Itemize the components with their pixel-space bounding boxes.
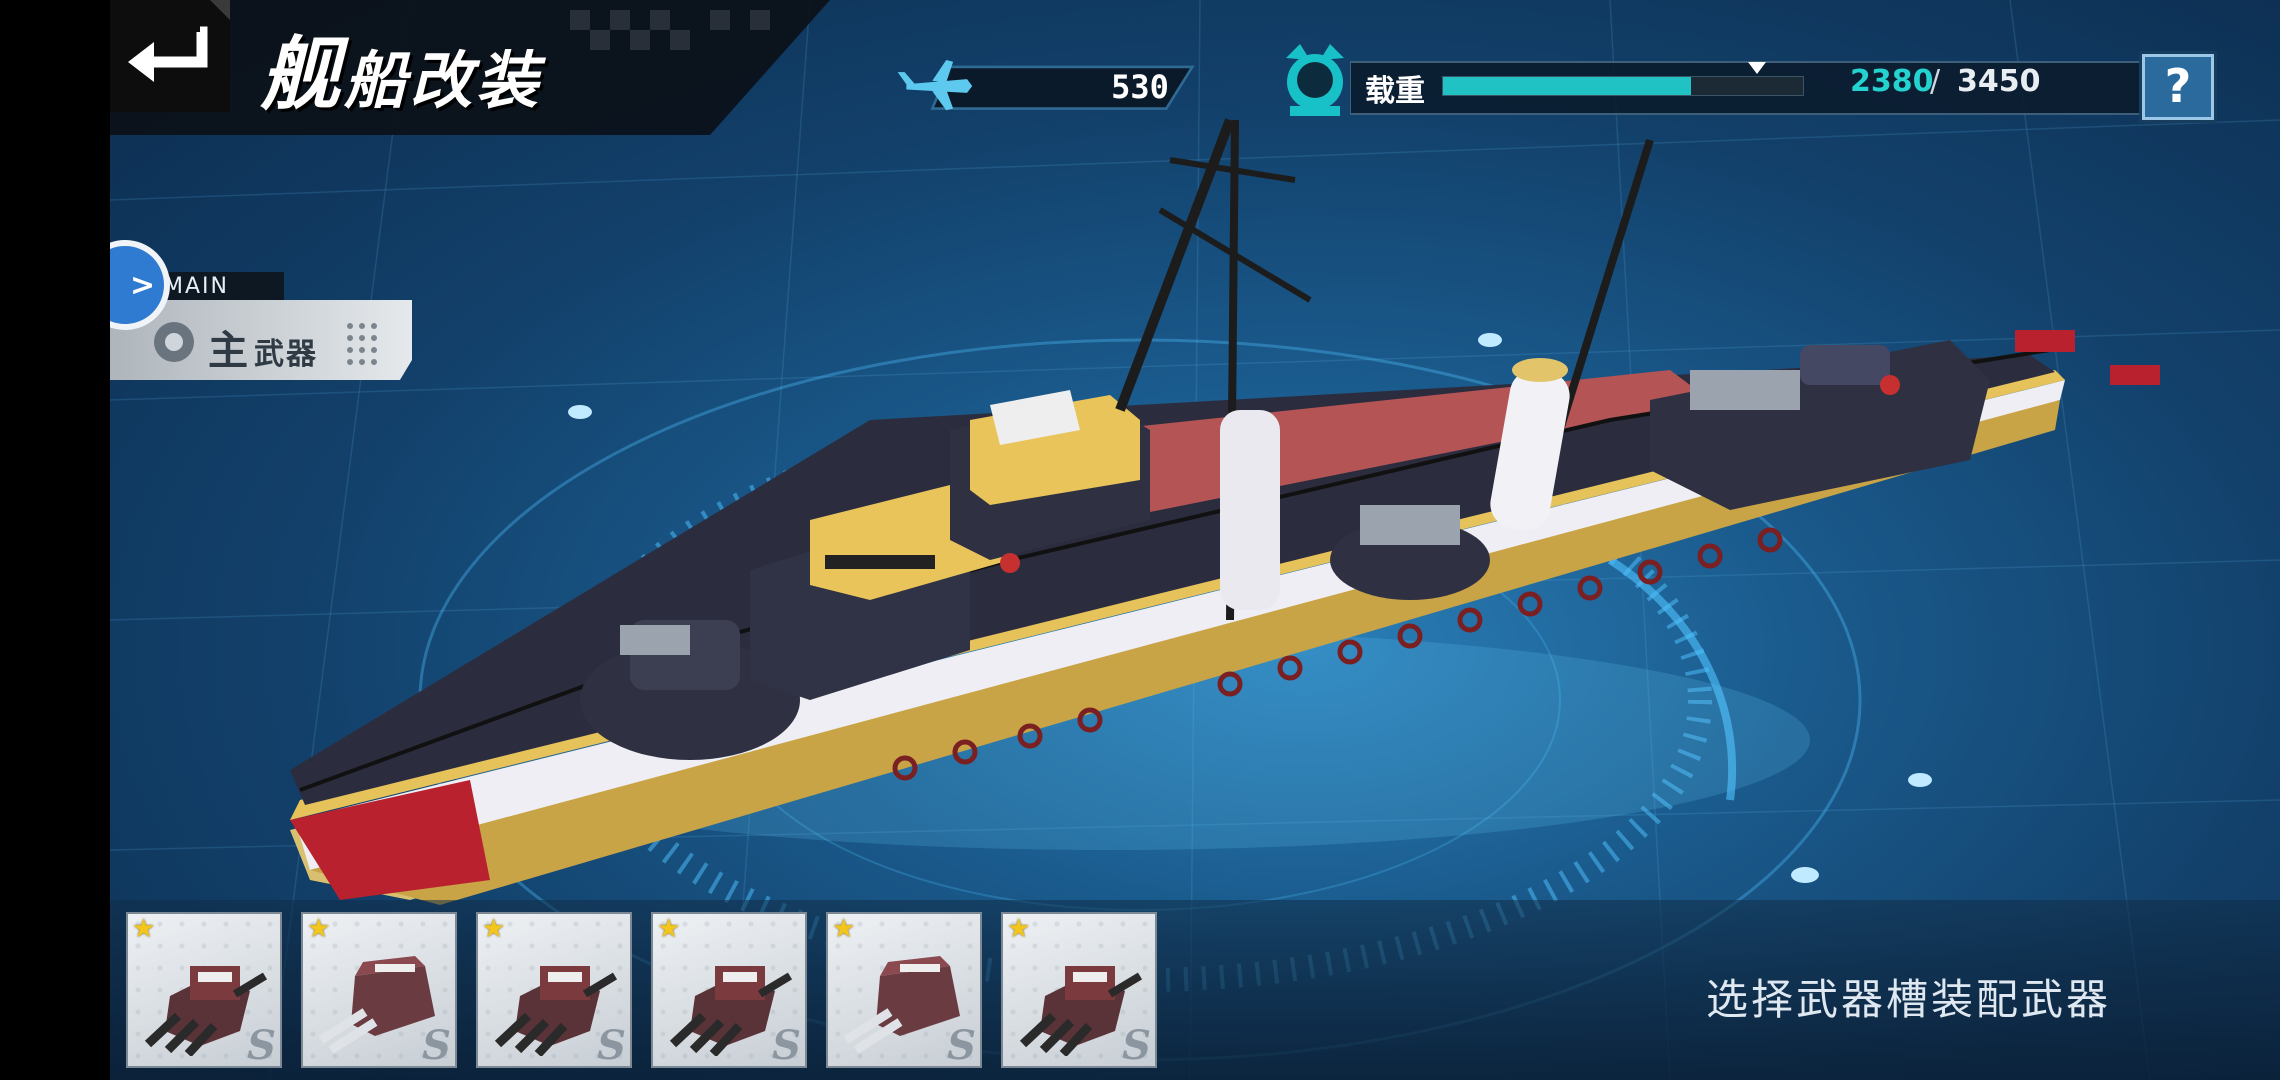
star-rating-icon: ★ [657,914,681,944]
load-progress-fill [1443,77,1692,95]
category-tag: MAIN [154,272,284,302]
plane-count: 530 [1111,68,1169,106]
weapon-slot[interactable]: ★ S [1001,912,1157,1068]
return-arrow-icon [128,0,230,82]
rank-badge: S [1122,1022,1151,1068]
load-current: 2380 [1850,64,1934,99]
modify-screen: 舰船改装 530 载重 2380 / 3450 T ? MAIN 主武器 [110,0,2280,1080]
chevron-right-icon: > [130,268,156,303]
load-max: 3450 [1957,64,2041,99]
grip-dots-icon [347,323,377,365]
star-rating-icon: ★ [1007,914,1031,944]
load-progress-bar [1442,76,1804,96]
rank-badge: S [247,1022,276,1068]
crew-avatar-icon [1286,44,1344,116]
weapon-slot[interactable]: ★ S [651,912,807,1068]
load-label: 载重 [1365,74,1425,109]
weapon-slot[interactable]: ★ S [476,912,632,1068]
rank-badge: S [947,1022,976,1068]
rank-badge: S [772,1022,801,1068]
help-button[interactable]: ? [2142,54,2214,120]
weapon-slot[interactable]: ★ S [301,912,457,1068]
weapon-slot[interactable]: ★ S [126,912,282,1068]
star-rating-icon: ★ [132,914,156,944]
weapon-slot[interactable]: ★ S [826,912,982,1068]
load-separator: / [1930,64,1941,99]
rank-badge: S [597,1022,626,1068]
star-rating-icon: ★ [307,914,331,944]
hint-text: 选择武器槽装配武器 [1706,975,2112,1024]
rank-badge: S [422,1022,451,1068]
weapon-category-label: 主武器 [208,328,318,374]
star-rating-icon: ★ [832,914,856,944]
star-rating-icon: ★ [482,914,506,944]
page-title: 舰船改装 [260,27,543,121]
load-threshold-marker [1748,62,1766,74]
back-button[interactable] [110,0,230,112]
